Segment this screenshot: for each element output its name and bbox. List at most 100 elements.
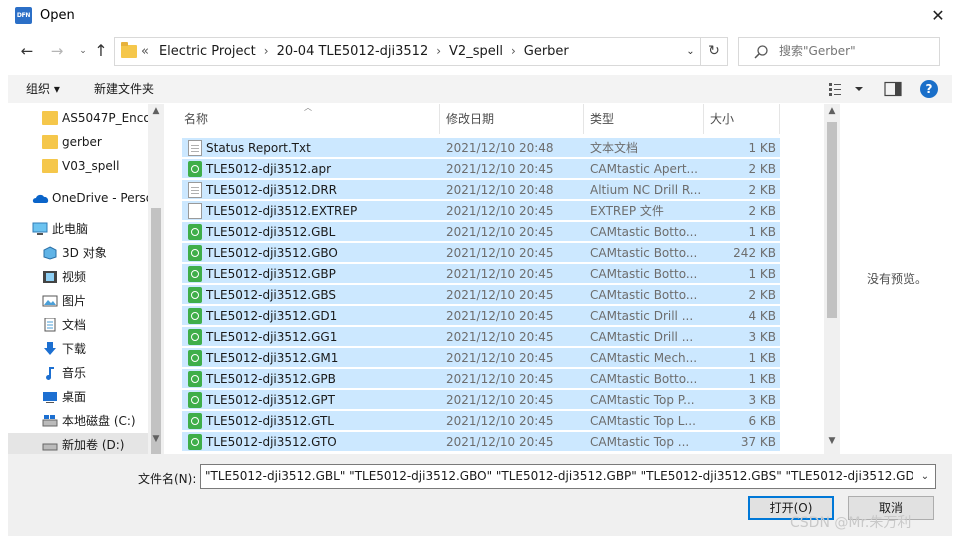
camtastic-file-icon <box>188 392 202 408</box>
sidebar-item-label: 此电脑 <box>52 222 89 236</box>
file-size: 2 KB <box>748 183 776 197</box>
file-date: 2021/12/10 20:45 <box>446 351 554 365</box>
forward-button[interactable]: → <box>46 40 68 62</box>
column-header-type[interactable]: 类型 <box>584 104 704 134</box>
search-input[interactable] <box>779 38 929 65</box>
new-folder-button[interactable]: 新建文件夹 <box>94 75 154 103</box>
scroll-up-icon[interactable]: ▲ <box>824 106 840 120</box>
file-date: 2021/12/10 20:48 <box>446 141 554 155</box>
file-row[interactable]: TLE5012-dji3512.DRR 2021/12/10 20:48 Alt… <box>182 180 780 200</box>
file-date: 2021/12/10 20:45 <box>446 204 554 218</box>
file-row[interactable]: TLE5012-dji3512.GBS 2021/12/10 20:45 CAM… <box>182 285 780 305</box>
camtastic-file-icon <box>188 287 202 303</box>
filename-label: 文件名(N): <box>138 472 197 486</box>
file-row[interactable]: TLE5012-dji3512.GTO 2021/12/10 20:45 CAM… <box>182 432 780 452</box>
desktop-icon <box>43 392 57 403</box>
breadcrumb-item[interactable]: Electric Project <box>159 44 256 59</box>
camtastic-file-icon <box>188 350 202 366</box>
file-name: TLE5012-dji3512.GPT <box>206 393 335 407</box>
file-row[interactable]: TLE5012-dji3512.GBO 2021/12/10 20:45 CAM… <box>182 243 780 263</box>
search-box[interactable] <box>738 37 940 66</box>
file-size: 3 KB <box>748 393 776 407</box>
camtastic-file-icon <box>188 266 202 282</box>
help-icon[interactable]: ? <box>920 80 938 98</box>
file-row[interactable]: Status Report.Txt 2021/12/10 20:48 文本文档 … <box>182 138 780 158</box>
file-size: 3 KB <box>748 330 776 344</box>
sidebar-item-label: 图片 <box>62 294 87 308</box>
breadcrumb-chevron-icon[interactable]: › <box>503 44 524 58</box>
scrollbar-thumb[interactable] <box>827 122 837 318</box>
file-size: 1 KB <box>748 351 776 365</box>
folder-icon <box>121 42 137 58</box>
file-row[interactable]: TLE5012-dji3512.GPT 2021/12/10 20:45 CAM… <box>182 390 780 410</box>
column-header-date[interactable]: 修改日期 <box>440 104 584 134</box>
address-bar[interactable]: «Electric Project › 20-04 TLE5012-dji3512 ›… <box>114 37 728 66</box>
file-list: ︿ 名称 修改日期 类型 大小 Status Report.Txt 2021/1… <box>166 104 824 454</box>
sidebar-item-label: gerber <box>62 135 102 149</box>
file-name: TLE5012-dji3512.GBP <box>206 267 336 281</box>
sidebar-item-label: 文档 <box>62 318 87 332</box>
documents-icon <box>44 318 56 332</box>
app-icon: DFN <box>15 7 32 24</box>
file-row[interactable]: TLE5012-dji3512.GPB 2021/12/10 20:45 CAM… <box>182 369 780 389</box>
breadcrumb-chevron-icon[interactable]: › <box>256 44 277 58</box>
scroll-down-icon[interactable]: ▼ <box>148 434 164 448</box>
file-type: CAMtastic Top P... <box>590 393 695 407</box>
file-name: TLE5012-dji3512.GM1 <box>206 351 339 365</box>
breadcrumb-item[interactable]: Gerber <box>524 44 569 59</box>
close-button[interactable]: ✕ <box>920 2 956 30</box>
no-preview-text: 没有预览。 <box>866 272 927 286</box>
breadcrumb-item[interactable]: 20-04 TLE5012-dji3512 <box>277 44 429 59</box>
sidebar-item-drive-d[interactable]: 新加卷 (D:) <box>8 433 164 454</box>
back-button[interactable]: ← <box>16 40 38 62</box>
file-row[interactable]: TLE5012-dji3512.apr 2021/12/10 20:45 CAM… <box>182 159 780 179</box>
music-icon <box>46 367 54 380</box>
file-row[interactable]: TLE5012-dji3512.GM1 2021/12/10 20:45 CAM… <box>182 348 780 368</box>
refresh-button[interactable]: ↻ <box>701 38 727 65</box>
file-name: TLE5012-dji3512.GPB <box>206 372 336 386</box>
file-size: 1 KB <box>748 372 776 386</box>
file-row[interactable]: TLE5012-dji3512.EXTREP 2021/12/10 20:45 … <box>182 201 780 221</box>
up-one-level-button[interactable]: ↑ <box>90 40 112 62</box>
file-type: CAMtastic Top L... <box>590 414 696 428</box>
sidebar-item-label: 视频 <box>62 270 87 284</box>
column-header-size[interactable]: 大小 <box>704 104 780 134</box>
navigation-scrollbar[interactable]: ▲ ▼ <box>148 104 164 500</box>
file-name: TLE5012-dji3512.GTL <box>206 414 334 428</box>
preview-pane-icon[interactable] <box>884 81 902 97</box>
folder-icon <box>42 111 58 125</box>
text-file-icon <box>188 182 202 198</box>
breadcrumb-chevron-icon[interactable]: › <box>428 44 449 58</box>
file-date: 2021/12/10 20:48 <box>446 183 554 197</box>
address-dropdown-icon[interactable]: ⌄ <box>681 38 701 65</box>
sidebar-item-label: 桌面 <box>62 390 87 404</box>
scroll-up-icon[interactable]: ▲ <box>148 106 164 120</box>
column-header-name[interactable]: 名称 <box>178 104 440 134</box>
file-list-scrollbar[interactable]: ▲ ▼ <box>824 104 840 454</box>
file-row[interactable]: TLE5012-dji3512.GD1 2021/12/10 20:45 CAM… <box>182 306 780 326</box>
chevron-down-icon[interactable]: ⌄ <box>915 465 935 488</box>
filename-field[interactable]: "TLE5012-dji3512.GBL" "TLE5012-dji3512.G… <box>205 465 913 488</box>
file-row[interactable]: TLE5012-dji3512.GBL 2021/12/10 20:45 CAM… <box>182 222 780 242</box>
file-date: 2021/12/10 20:45 <box>446 435 554 449</box>
file-row[interactable]: TLE5012-dji3512.GTL 2021/12/10 20:45 CAM… <box>182 411 780 431</box>
scroll-down-icon[interactable]: ▼ <box>824 436 840 450</box>
file-size: 4 KB <box>748 309 776 323</box>
file-date: 2021/12/10 20:45 <box>446 309 554 323</box>
change-view-icon[interactable] <box>828 81 868 97</box>
filename-combobox[interactable]: "TLE5012-dji3512.GBL" "TLE5012-dji3512.G… <box>200 464 936 489</box>
title-bar: DFN Open ✕ <box>0 0 960 32</box>
file-date: 2021/12/10 20:45 <box>446 372 554 386</box>
file-name: TLE5012-dji3512.apr <box>206 162 332 176</box>
sidebar-item-label: 音乐 <box>62 366 87 380</box>
file-type: CAMtastic Drill ... <box>590 330 694 344</box>
file-name: TLE5012-dji3512.GBO <box>206 246 338 260</box>
file-row[interactable]: TLE5012-dji3512.GBP 2021/12/10 20:45 CAM… <box>182 264 780 284</box>
organize-button[interactable]: 组织 ▾ <box>26 75 60 103</box>
file-row[interactable]: TLE5012-dji3512.GG1 2021/12/10 20:45 CAM… <box>182 327 780 347</box>
breadcrumb-item[interactable]: V2_spell <box>449 44 503 59</box>
sidebar-item-label: V03_spell <box>62 159 120 173</box>
breadcrumb-overflow[interactable]: « <box>141 44 159 59</box>
file-name: TLE5012-dji3512.EXTREP <box>206 204 358 218</box>
file-type: CAMtastic Botto... <box>590 267 698 281</box>
